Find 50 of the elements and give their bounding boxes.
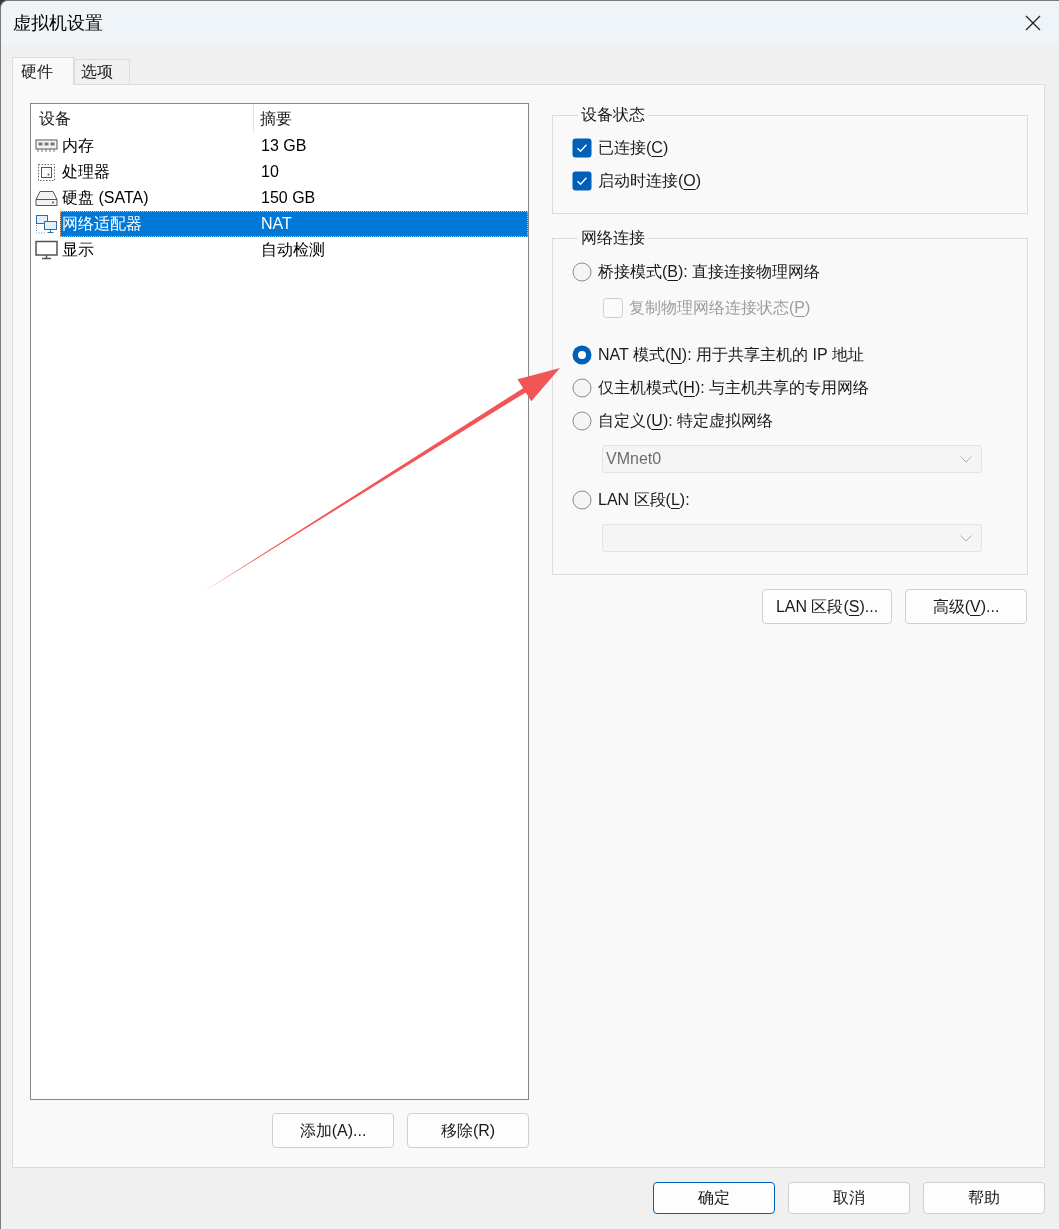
checkbox-label: 复制物理网络连接状态(P) (629, 297, 811, 318)
dialog-button[interactable]: 移除(R) (407, 1113, 529, 1148)
device-row[interactable]: 硬盘 (SATA) 150 GB (31, 185, 528, 211)
hard-drive-icon (35, 188, 58, 208)
device-name: 硬盘 (SATA) (61, 188, 150, 208)
radio-button[interactable] (572, 410, 592, 431)
tab[interactable]: 硬件 (12, 57, 74, 85)
device-summary: NAT (260, 214, 292, 234)
chip-icon (35, 162, 58, 182)
device-name: 网络适配器 (61, 214, 143, 234)
dialog-button[interactable]: 添加(A)... (272, 1113, 394, 1148)
device-name: 显示 (61, 240, 95, 260)
device-summary: 13 GB (260, 136, 307, 156)
column-header[interactable]: 摘要 (254, 104, 528, 133)
radio-label: NAT 模式(N): 用于共享主机的 IP 地址 (598, 344, 864, 365)
device-row[interactable]: 内存 13 GB (31, 133, 528, 159)
radio-label: 桥接模式(B): 直接连接物理网络 (598, 261, 821, 282)
radio-button[interactable] (572, 489, 592, 510)
chevron-down-icon (960, 534, 972, 542)
window-title: 虚拟机设置 (13, 12, 103, 35)
device-summary: 自动检测 (260, 240, 325, 260)
tab[interactable]: 选项 (74, 59, 130, 84)
group-title: 设备状态 (580, 105, 646, 125)
device-row[interactable]: 显示 自动检测 (31, 237, 528, 263)
dialog-button[interactable]: LAN 区段(S)... (762, 589, 892, 624)
device-name: 内存 (61, 136, 95, 156)
checkbox[interactable] (572, 137, 592, 158)
radio-label: 仅主机模式(H): 与主机共享的专用网络 (598, 377, 870, 398)
checkbox-label: 启动时连接(O) (598, 170, 702, 191)
checkbox[interactable] (572, 170, 592, 191)
radio-button[interactable] (572, 377, 592, 398)
network-computers-icon (35, 214, 58, 234)
dialog-button[interactable]: 确定 (653, 1182, 775, 1214)
device-summary: 10 (260, 162, 279, 182)
device-name: 处理器 (61, 162, 111, 182)
radio-button[interactable] (572, 344, 592, 365)
close-icon (1025, 15, 1041, 31)
column-header[interactable]: 设备 (31, 104, 254, 133)
dialog-button[interactable]: 高级(V)... (905, 589, 1027, 624)
checkbox-label: 已连接(C) (598, 137, 669, 158)
device-row[interactable]: 处理器 10 (31, 159, 528, 185)
dialog-button[interactable]: 帮助 (923, 1182, 1045, 1214)
group-title: 网络连接 (580, 228, 646, 248)
device-summary: 150 GB (260, 188, 316, 208)
monitor-icon (35, 240, 58, 260)
chevron-down-icon (960, 455, 972, 463)
dialog-button[interactable]: 取消 (788, 1182, 910, 1214)
radio-button[interactable] (572, 261, 592, 282)
radio-label: 自定义(U): 特定虚拟网络 (598, 410, 774, 431)
radio-label: LAN 区段(L): (598, 489, 690, 510)
